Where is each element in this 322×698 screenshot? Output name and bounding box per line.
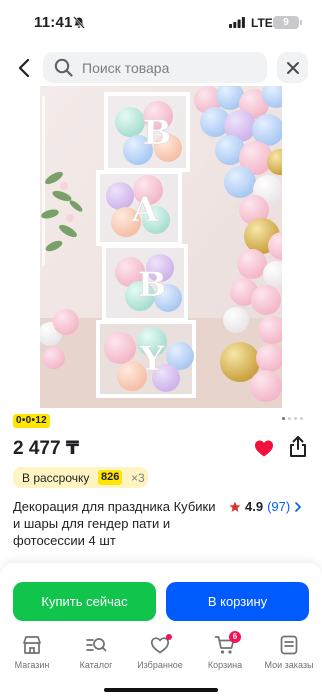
product-price: 2 477 ₸ [13,438,80,459]
shop-icon [23,636,41,654]
tab-label: Каталог [79,660,113,670]
buy-now-button[interactable]: Купить сейчас [13,582,156,621]
home-indicator [104,688,218,692]
add-to-cart-button[interactable]: В корзину [166,582,309,621]
search-placeholder: Поиск товара [82,60,170,76]
back-button[interactable] [12,55,36,81]
status-time: 11:41 [34,14,73,31]
favorite-heart-icon[interactable] [253,437,275,459]
star-icon [229,501,241,512]
catalog-icon [86,638,107,652]
tab-catalog[interactable]: Каталог [64,631,128,677]
close-icon [286,61,299,74]
installment-amount: 826 [98,470,123,485]
chevron-left-icon [18,58,30,78]
tab-label: Избранное [137,660,183,670]
gallery-dot[interactable] [288,417,291,420]
svg-text:A: A [131,190,159,230]
promo-badge[interactable]: 0•0•12 [13,414,51,428]
search-icon [54,58,73,77]
installment-multiplier: ×3 [131,471,145,485]
network-label: LTE [251,16,273,30]
bell-off-icon [73,16,85,29]
svg-text:Y: Y [139,339,165,379]
tab-label: Магазин [14,660,50,670]
tab-favorites[interactable]: Избранное [128,631,192,677]
tab-label: Мои заказы [264,660,314,670]
search-input[interactable]: Поиск товара [43,52,267,83]
product-photo: B A B Y [40,86,282,408]
status-bar: 11:41 LTE 9 [0,0,322,46]
orders-icon [280,635,298,655]
rating-value: 4.9 [245,499,264,514]
close-button[interactable] [277,52,308,83]
signal-icon [229,17,245,28]
chevron-right-icon [295,501,302,512]
tab-shop[interactable]: Магазин [0,631,64,677]
action-panel: Купить сейчас В корзину [0,563,322,637]
share-icon[interactable] [287,435,309,459]
installment-chip[interactable]: В рассрочку 826 ×3 [13,467,148,488]
rating-link[interactable]: 4.9 (97) [229,499,302,514]
cart-badge: 6 [229,631,241,643]
tab-label: Корзина [207,660,243,670]
gallery-dot[interactable] [294,417,297,420]
svg-text:B: B [138,265,167,305]
gallery-dot[interactable] [282,417,285,420]
svg-text:B: B [143,113,172,153]
notification-dot [166,634,172,640]
product-title: Декорация для праздника Кубики и шары дл… [13,499,216,548]
product-image[interactable]: B A B Y [40,86,282,408]
battery-icon: 9 [273,16,302,29]
tab-orders[interactable]: Мои заказы [257,631,321,677]
gallery-dot[interactable] [300,417,303,420]
gallery-pagination[interactable] [282,417,303,420]
tab-cart[interactable]: 6 Корзина [193,631,257,677]
installment-label: В рассрочку [22,471,90,485]
search-header: Поиск товара [0,50,322,86]
reviews-count: (97) [267,499,291,514]
